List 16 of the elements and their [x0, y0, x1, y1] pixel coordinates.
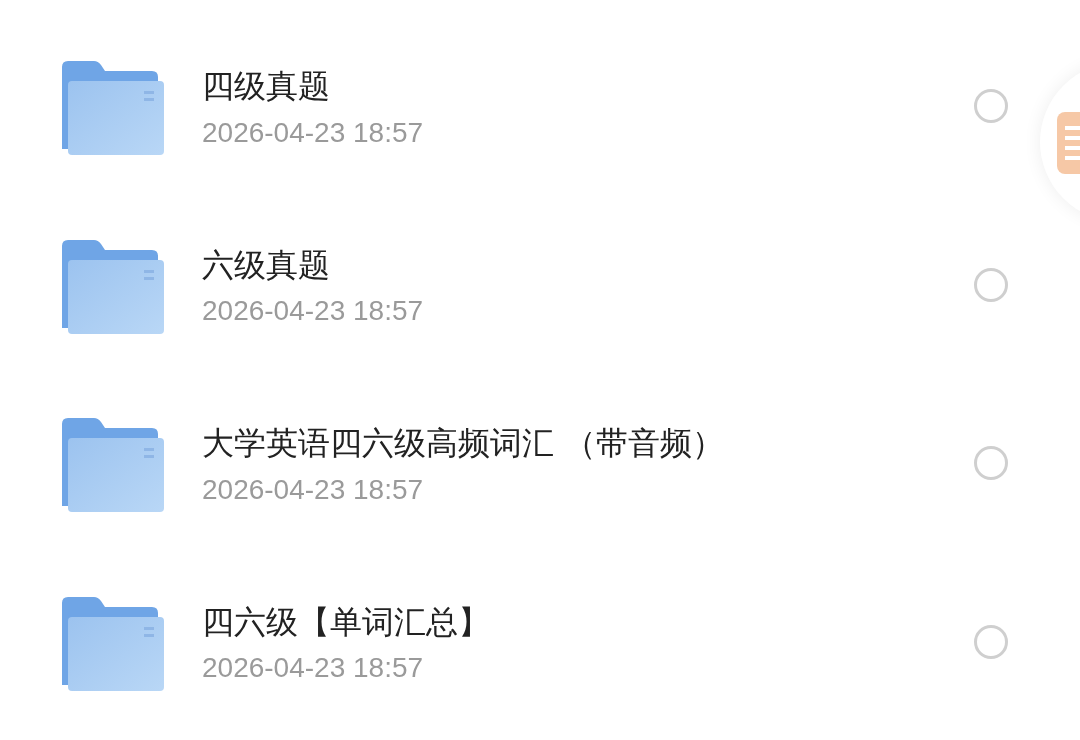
folder-name: 六级真题	[202, 245, 331, 285]
modified-date: 2026-04-23 18:57	[202, 294, 425, 328]
modified-date: 2026-04-23 18:57	[202, 115, 425, 150]
folder-name: 大学英语四六级高频词汇 （带音频）	[202, 424, 726, 463]
select-radio[interactable]	[974, 267, 1008, 302]
folder-icon	[60, 61, 164, 156]
folder-icon	[60, 239, 164, 334]
select-radio[interactable]	[974, 624, 1008, 659]
folder-icon	[60, 596, 164, 691]
folder-name: 四级真题	[202, 67, 331, 106]
select-radio[interactable]	[974, 89, 1008, 124]
folder-name: 四六级【单词汇总】	[202, 602, 491, 642]
modified-date: 2026-04-23 18:57	[202, 651, 425, 685]
select-radio[interactable]	[974, 446, 1008, 481]
modified-date: 2026-04-23 18:57	[202, 472, 425, 507]
folder-icon	[60, 418, 164, 513]
